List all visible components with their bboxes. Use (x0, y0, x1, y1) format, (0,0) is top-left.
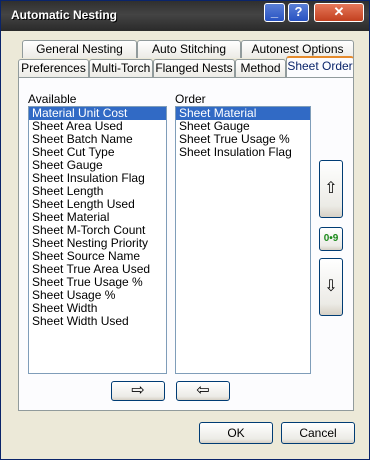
add-to-order-button[interactable]: ⇨ (111, 381, 165, 401)
tab-method[interactable]: Method (235, 59, 286, 77)
arrow-left-icon: ⇦ (196, 382, 210, 399)
move-up-button[interactable]: ⇧ (319, 160, 343, 218)
help-button[interactable]: ? (288, 3, 309, 22)
arrow-right-icon: ⇨ (131, 382, 145, 399)
move-down-button[interactable]: ⇩ (319, 258, 343, 316)
tab-general-nesting[interactable]: General Nesting (22, 40, 137, 58)
minimize-button[interactable]: _ (264, 3, 285, 22)
tab-multi-torch[interactable]: Multi-Torch (89, 59, 153, 77)
list-item[interactable]: Sheet Width Used (29, 315, 166, 328)
automatic-nesting-dialog: Automatic Nesting _ ? ✕ General Nesting … (0, 0, 370, 460)
arrow-up-icon: ⇧ (324, 180, 338, 197)
available-label: Available (28, 92, 77, 106)
order-list[interactable]: Sheet Material Sheet Gauge Sheet True Usag… (175, 106, 311, 374)
remove-from-order-button[interactable]: ⇦ (176, 381, 230, 401)
ok-button[interactable]: OK (199, 422, 273, 444)
cancel-button[interactable]: Cancel (281, 422, 355, 444)
tab-sheet-order[interactable]: Sheet Order (286, 56, 354, 78)
order-label: Order (175, 92, 206, 106)
tab-auto-stitching[interactable]: Auto Stitching (137, 40, 241, 58)
list-item[interactable]: Sheet Insulation Flag (176, 146, 310, 159)
sort-button[interactable]: 0•9 (319, 227, 343, 251)
tab-preferences[interactable]: Preferences (18, 59, 89, 77)
available-list[interactable]: Material Unit Cost Sheet Area Used Sheet B… (28, 106, 167, 374)
window-title: Automatic Nesting (11, 8, 118, 22)
title-bar[interactable]: Automatic Nesting _ ? ✕ (1, 1, 369, 31)
tab-row-front: Preferences Multi-Torch Flanged Nests Me… (18, 56, 354, 78)
close-button[interactable]: ✕ (314, 3, 364, 22)
tab-flanged-nests[interactable]: Flanged Nests (153, 59, 235, 77)
sort-icon: 0•9 (323, 233, 339, 244)
sheet-order-panel: Available Material Unit Cost Sheet Area U… (18, 77, 354, 411)
arrow-down-icon: ⇩ (324, 278, 338, 295)
